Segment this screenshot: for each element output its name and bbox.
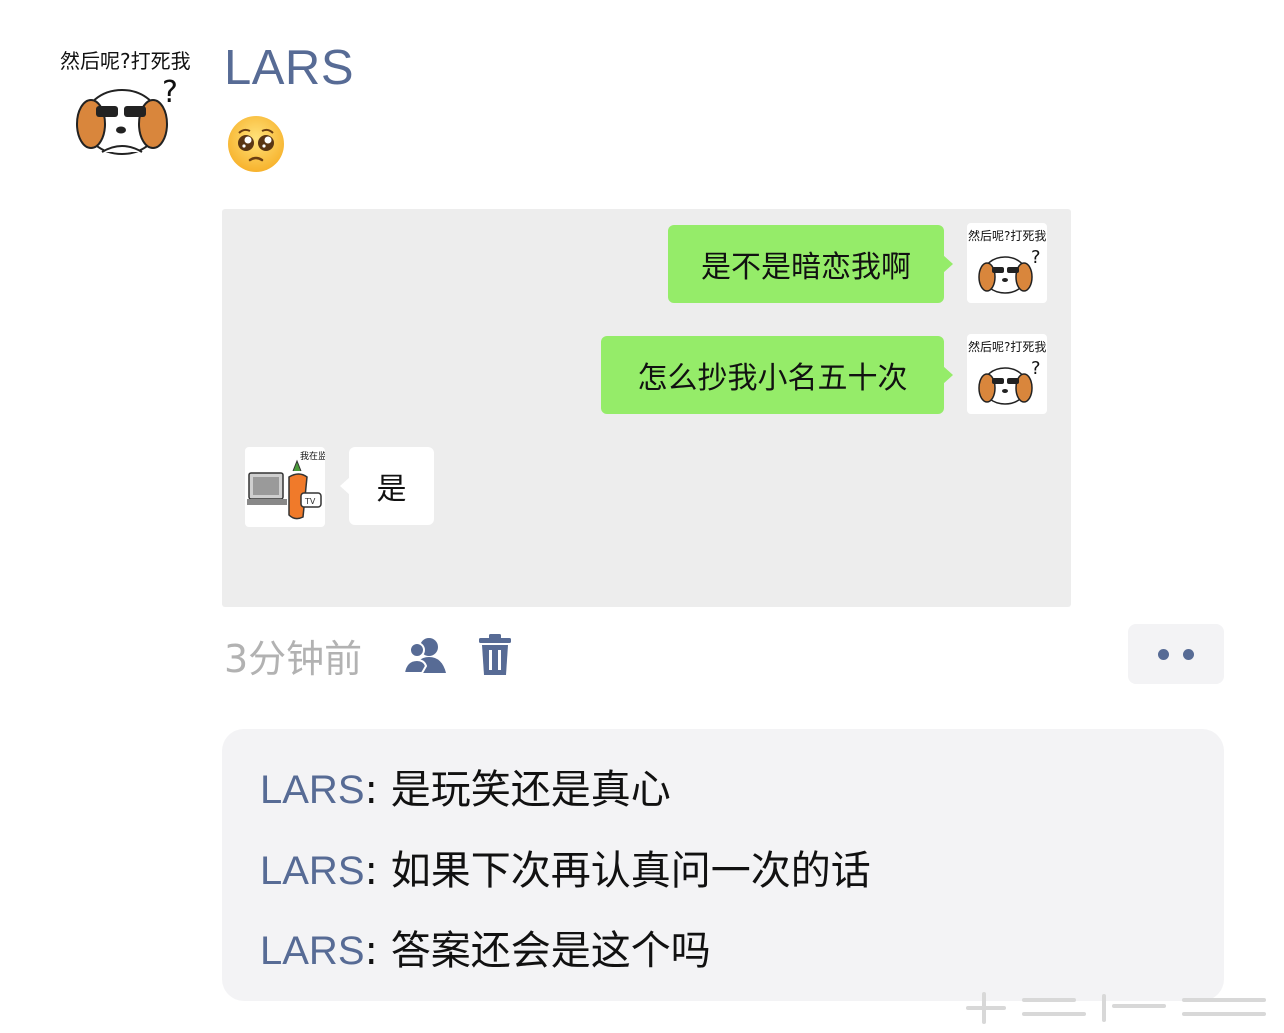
svg-text:?: ? (162, 75, 178, 110)
comment-row[interactable]: LARS: 是玩笑还是真心 (260, 757, 671, 815)
more-dots-icon (1158, 648, 1169, 660)
comment-row[interactable]: LARS: 答案还会是这个吗 (260, 918, 711, 976)
sender-avatar: 然后呢?打死我 ? (967, 334, 1047, 414)
svg-text:然后呢?打死我: 然后呢?打死我 (968, 228, 1046, 243)
chat-bubble-sent: 是不是暗恋我啊 (668, 225, 953, 303)
comment-row[interactable]: LARS: 如果下次再认真问一次的话 (260, 838, 871, 896)
svg-text:我在监牢: 我在监牢 (300, 450, 325, 462)
comment-author[interactable]: LARS (260, 849, 365, 893)
comment-text: 是玩笑还是真心 (390, 767, 671, 813)
svg-text:TV: TV (304, 497, 316, 506)
contacts-visibility-icon[interactable] (400, 630, 450, 680)
more-options-button[interactable] (1128, 624, 1224, 684)
comment-author[interactable]: LARS (260, 768, 365, 812)
pleading-face-emoji: 🥺 (226, 114, 286, 174)
svg-text:然后呢?打死我: 然后呢?打死我 (968, 339, 1046, 354)
trash-icon[interactable] (470, 630, 520, 680)
svg-text:?: ? (1031, 247, 1041, 268)
sender-avatar: 然后呢?打死我 ? (967, 223, 1047, 303)
comment-author[interactable]: LARS (260, 929, 365, 973)
chat-screenshot-image[interactable]: 是不是暗恋我啊 然后呢?打死我 ? 怎么抄我小名五十次 然后呢?打死我 ? 我在… (222, 209, 1071, 607)
poster-avatar[interactable]: 然后呢?打死我 ? (58, 44, 191, 164)
receiver-avatar: 我在监牢 TV (245, 447, 325, 527)
post-timestamp: 3分钟前 (224, 637, 363, 681)
chat-bubble-sent: 怎么抄我小名五十次 (601, 336, 953, 414)
watermark (964, 986, 1274, 1026)
poster-username[interactable]: LARS (224, 40, 354, 96)
chat-bubble-received: 是 (340, 447, 434, 525)
comments-panel: LARS: 是玩笑还是真心 LARS: 如果下次再认真问一次的话 LARS: 答… (222, 729, 1224, 1001)
comment-text: 如果下次再认真问一次的话 (390, 848, 871, 894)
comment-text: 答案还会是这个吗 (390, 928, 711, 974)
avatar-caption: 然后呢?打死我 (60, 49, 190, 73)
svg-text:?: ? (1031, 358, 1041, 379)
